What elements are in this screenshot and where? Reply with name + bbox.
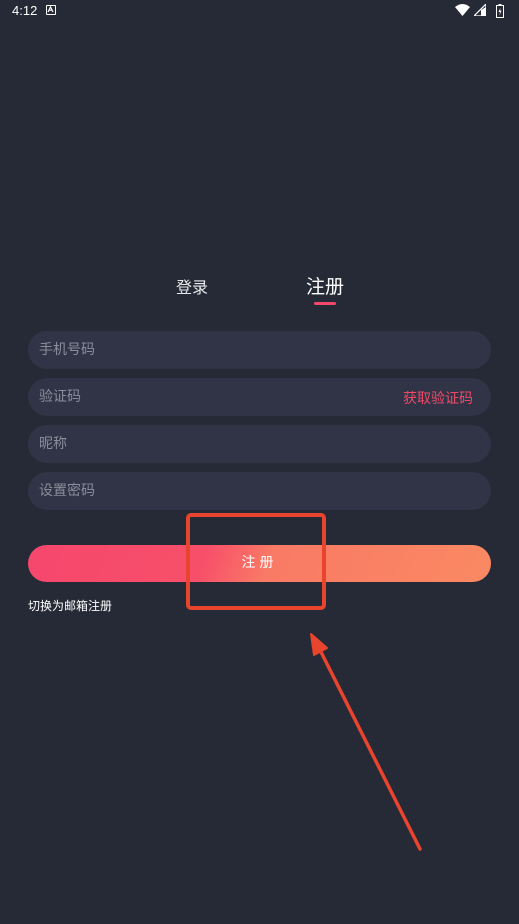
annotation-arrow-icon [310,633,422,851]
